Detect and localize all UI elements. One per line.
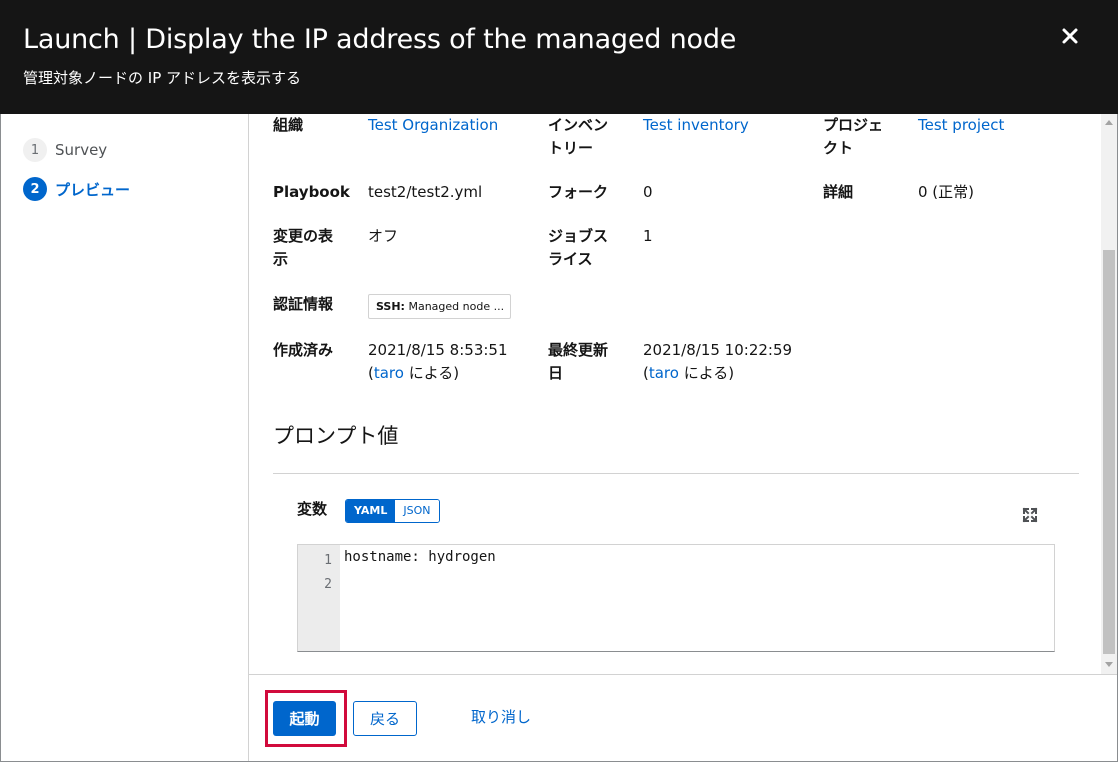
job-slicing-label: ジョブス ライス	[548, 227, 609, 268]
step-number: 2	[23, 177, 47, 201]
preview-content: 組織 Test Organization インベン トリー Test inven…	[249, 114, 1101, 674]
modified-value: 2021/8/15 10:22:59 (taro による)	[643, 341, 793, 382]
modified-label: 最終更新 日	[548, 341, 609, 382]
step-label: Survey	[55, 141, 108, 159]
back-button[interactable]: 戻る	[353, 701, 417, 736]
wizard-nav: 1 Survey 2 プレビュー	[1, 114, 249, 761]
scroll-up-icon[interactable]	[1105, 120, 1113, 125]
created-by-user-link[interactable]: taro	[374, 364, 404, 382]
credential-chip[interactable]: SSH: Managed node ...	[368, 294, 511, 319]
yaml-toggle-button[interactable]: YAML	[346, 500, 396, 522]
inventory-link[interactable]: Test inventory	[643, 114, 749, 137]
nav-step-preview[interactable]: 2 プレビュー	[23, 177, 130, 201]
playbook-label: Playbook	[273, 183, 350, 201]
modal-footer: 起動 戻る 取り消し	[249, 674, 1117, 761]
created-value: 2021/8/15 8:53:51 (taro による)	[368, 341, 508, 382]
scroll-down-icon[interactable]	[1105, 662, 1113, 667]
scrollbar-thumb[interactable]	[1103, 250, 1115, 654]
variables-editor[interactable]: 1 2 hostname: hydrogen	[297, 544, 1055, 652]
json-toggle-button[interactable]: JSON	[395, 500, 439, 522]
cancel-button[interactable]: 取り消し	[471, 706, 531, 727]
organization-link[interactable]: Test Organization	[368, 114, 498, 137]
divider	[273, 473, 1079, 474]
line-number: 1	[324, 553, 332, 568]
modal-subtitle: 管理対象ノードの IP アドレスを表示する	[23, 69, 302, 87]
close-icon[interactable]	[1056, 22, 1084, 50]
project-link[interactable]: Test project	[918, 114, 1004, 137]
forks-label: フォーク	[548, 183, 609, 201]
verbosity-label: 詳細	[823, 183, 854, 201]
step-number: 1	[23, 138, 47, 162]
job-slicing-value: 1	[643, 227, 653, 245]
modified-by-user-link[interactable]: taro	[649, 364, 679, 382]
launch-button[interactable]: 起動	[273, 701, 336, 736]
prompt-values-title: プロンプト値	[273, 424, 399, 448]
modal-header: Launch | Display the IP address of the m…	[0, 0, 1118, 114]
inventory-label: インベン トリー	[548, 116, 609, 157]
expand-icon[interactable]	[1021, 506, 1039, 524]
code-line: hostname: hydrogen	[344, 549, 496, 565]
scrollbar[interactable]	[1101, 114, 1117, 674]
format-toggle: YAML JSON	[345, 499, 440, 523]
verbosity-value: 0 (正常)	[918, 183, 975, 201]
forks-value: 0	[643, 183, 653, 201]
created-label: 作成済み	[273, 341, 334, 359]
show-changes-label: 変更の表 示	[273, 227, 334, 268]
show-changes-value: オフ	[368, 227, 399, 245]
modal-title: Launch | Display the IP address of the m…	[23, 24, 737, 55]
step-label: プレビュー	[55, 180, 131, 199]
variables-label: 変数	[297, 500, 328, 518]
nav-step-survey[interactable]: 1 Survey	[23, 138, 107, 162]
editor-gutter: 1 2	[298, 545, 340, 651]
organization-label: 組織	[273, 116, 304, 134]
line-number: 2	[324, 577, 332, 592]
playbook-value: test2/test2.yml	[368, 183, 483, 201]
project-label: プロジェ クト	[823, 116, 884, 157]
credentials-label: 認証情報	[273, 295, 334, 313]
